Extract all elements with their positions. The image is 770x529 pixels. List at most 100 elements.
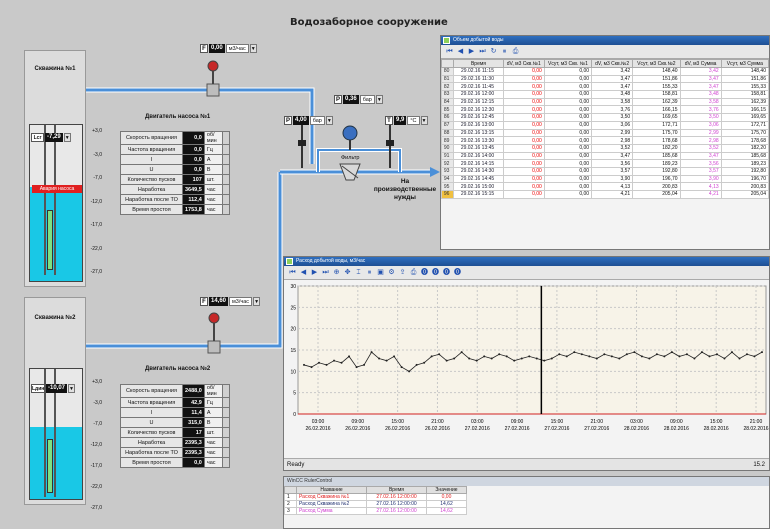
column-header[interactable]: Vсут, м3 Сумма: [720, 59, 769, 68]
next-icon[interactable]: ▶: [310, 268, 319, 277]
table-row[interactable]: 88 29.02.16 13:15 0,00 0,00 2,99 175,70 2,99 17…: [441, 128, 769, 138]
save-icon[interactable]: ▣: [376, 268, 385, 277]
table-row[interactable]: 89 29.02.16 13:30 0,00 0,00 2,98 178,68 2,98 17…: [441, 136, 769, 145]
last-icon[interactable]: ⏭: [478, 47, 487, 56]
column-header[interactable]: Время: [453, 59, 504, 68]
data-point: [663, 355, 666, 358]
table-row[interactable]: 94 29.02.16 14:45 0,00 0,00 3,90 196,70 3,90 19…: [441, 174, 769, 184]
ruler-icon[interactable]: ⌶: [354, 268, 363, 277]
data-point: [513, 359, 516, 362]
table-row[interactable]: 82 29.02.16 11:45 0,00 0,00 3,47 155,33 3,47 15…: [441, 82, 769, 92]
export-icon[interactable]: ⇪: [398, 268, 407, 277]
flow-chart[interactable]: 05101520253003:0026.02.201609:0026.02.20…: [284, 280, 770, 458]
table-row[interactable]: 96 29.02.16 15:15 0,00 0,00 4,21 205,04 4,21 20…: [441, 190, 769, 199]
table-cell: 29.02.16 12:45: [453, 113, 504, 122]
param-dropdown[interactable]: [221, 164, 230, 175]
column-header[interactable]: Название: [296, 486, 367, 494]
table-row[interactable]: 93 29.02.16 14:30 0,00 0,00 3,57 192,80 3,57 19…: [441, 166, 769, 176]
table-row[interactable]: 84 29.02.16 12:15 0,00 0,00 3,58 162,39 3,58 16…: [441, 97, 769, 107]
table-row[interactable]: 83 29.02.16 12:00 0,00 0,00 3,48 158,81 3,48 15…: [441, 90, 769, 99]
well2-label: Скважина №2: [34, 315, 76, 321]
column-header[interactable]: [284, 486, 297, 494]
param-dropdown[interactable]: [221, 397, 230, 408]
pause-icon[interactable]: ⏸: [365, 268, 374, 277]
table-cell: 96: [441, 190, 455, 199]
well2-flow-dropdown[interactable]: ▼: [253, 297, 261, 306]
refresh-icon[interactable]: ↻: [489, 47, 498, 56]
pressure2-dropdown[interactable]: ▼: [375, 95, 383, 104]
column-header[interactable]: Vсут, м3 Скв. №1: [543, 59, 593, 68]
param-dropdown[interactable]: [221, 417, 230, 428]
circle3-icon[interactable]: ⓿: [442, 268, 451, 277]
temperature-dropdown[interactable]: ▼: [420, 116, 428, 125]
booster-pump-icon: [342, 125, 358, 141]
x-tick-date: 26.02.2016: [385, 426, 410, 432]
table-cell: 87: [441, 120, 455, 130]
table-row[interactable]: 95 29.02.16 15:00 0,00 0,00 4,13 200,83 4,13 20…: [441, 182, 769, 191]
table-cell: 3,48: [591, 90, 634, 99]
column-header[interactable]: dV, м3 Сумма: [679, 59, 722, 68]
table-row[interactable]: 2 Расход Скважина №2 27.02.16 12:00:00 14,6…: [284, 500, 467, 508]
param-dropdown[interactable]: [221, 144, 230, 155]
prev-icon[interactable]: ◀: [456, 47, 465, 56]
next-icon[interactable]: ▶: [467, 47, 476, 56]
ruler-titlebar: WinCC RulerControl: [284, 477, 769, 486]
param-dropdown[interactable]: [221, 131, 230, 145]
table-cell: 93: [441, 166, 455, 176]
table-cell: 29.02.16 12:15: [453, 97, 504, 107]
data-point: [498, 353, 501, 356]
pressure1-dropdown[interactable]: ▼: [325, 116, 333, 125]
circle2-icon[interactable]: ⓿: [431, 268, 440, 277]
prev-icon[interactable]: ◀: [299, 268, 308, 277]
table-cell: 3,56: [679, 159, 722, 168]
table-row[interactable]: 1 Расход Скважина №1 27.02.16 12:00:00 0,00: [284, 493, 467, 501]
table-row[interactable]: 81 29.02.16 11:30 0,00 0,00 3,47 151,86 3,47 15…: [441, 74, 769, 84]
table-row[interactable]: 80 29.02.16 11:15 0,00 0,00 3,42 148,40 3,42 14…: [441, 67, 769, 76]
param-dropdown[interactable]: [221, 384, 230, 398]
table-row[interactable]: 86 29.02.16 12:45 0,00 0,00 3,50 169,65 3,50 16…: [441, 113, 769, 122]
table-cell: 0,00: [426, 493, 467, 501]
column-header[interactable]: [441, 59, 455, 68]
x-tick-time: 21:00: [431, 419, 444, 425]
move-icon[interactable]: ✥: [343, 268, 352, 277]
table-row[interactable]: 92 29.02.16 14:15 0,00 0,00 3,56 189,23 3,56 18…: [441, 159, 769, 168]
flow-chart-window: Расход добытой воды, м3/час ⏮ ◀ ▶ ⏭ ⊕ ✥ …: [283, 256, 770, 471]
column-header[interactable]: dV, м3 Скв.№1: [502, 59, 545, 68]
circle1-icon[interactable]: ⓿: [420, 268, 429, 277]
table-row[interactable]: 90 29.02.16 13:45 0,00 0,00 3,52 182,20 3,52 18…: [441, 143, 769, 153]
param-row: I 11,4 А: [120, 407, 230, 418]
last-icon[interactable]: ⏭: [321, 268, 330, 277]
config-icon[interactable]: ⚙: [387, 268, 396, 277]
pause-icon[interactable]: ⏸: [500, 47, 509, 56]
print-icon[interactable]: ⎙: [409, 268, 418, 277]
table-cell: 3,47: [679, 82, 722, 92]
zoom-icon[interactable]: ⊕: [332, 268, 341, 277]
table-cell: 0,00: [502, 74, 545, 84]
well2-level-dropdown[interactable]: ▼: [68, 384, 76, 393]
column-header[interactable]: Время: [366, 486, 427, 494]
table-toolbar: ⏮ ◀ ▶ ⏭ ↻ ⏸ ⎙: [441, 45, 769, 59]
well1-tank: Авария насоса: [29, 124, 83, 282]
x-tick-date: 26.02.2016: [305, 426, 330, 432]
data-point: [528, 355, 531, 358]
param-dropdown[interactable]: [221, 407, 230, 418]
table-cell: 29.02.16 14:15: [453, 159, 504, 168]
column-header[interactable]: Vсут, м3 Скв.№2: [632, 59, 681, 68]
table-cell: 189,23: [632, 159, 681, 168]
table-row[interactable]: 87 29.02.16 13:00 0,00 0,00 3,06 172,71 3,06 17…: [441, 120, 769, 130]
column-header[interactable]: Значение: [426, 486, 467, 494]
table-row[interactable]: 91 29.02.16 14:00 0,00 0,00 3,47 185,68 3,47 18…: [441, 151, 769, 161]
circle4-icon[interactable]: ⓿: [453, 268, 462, 277]
data-point: [483, 355, 486, 358]
table-row[interactable]: 85 29.02.16 12:30 0,00 0,00 3,76 166,15 3,76 16…: [441, 105, 769, 115]
print-icon[interactable]: ⎙: [511, 47, 520, 56]
well1-flow-dropdown[interactable]: ▼: [249, 44, 257, 53]
data-point: [753, 355, 756, 358]
well1-level-dropdown[interactable]: ▼: [63, 133, 71, 142]
param-dropdown[interactable]: [221, 154, 230, 165]
table-cell: 0,00: [502, 151, 545, 161]
first-icon[interactable]: ⏮: [445, 47, 454, 56]
first-icon[interactable]: ⏮: [288, 268, 297, 277]
table-row[interactable]: 3 Расход Сумма 27.02.16 12:00:00 14,62: [284, 507, 467, 515]
column-header[interactable]: dV, м3 Скв.№2: [591, 59, 634, 68]
